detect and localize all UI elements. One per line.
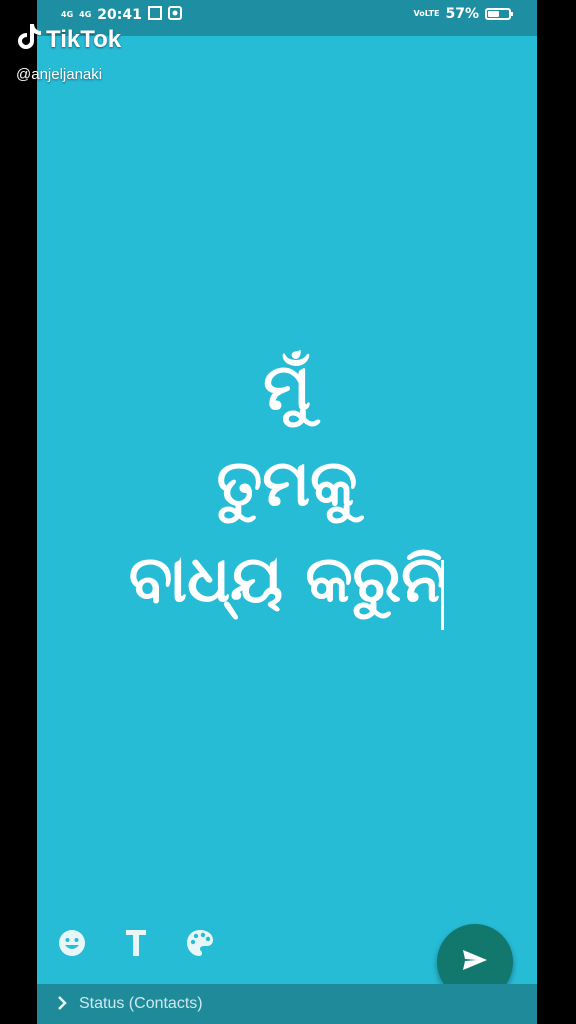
status-text-line-1: ମୁଁ <box>263 351 311 425</box>
tiktok-watermark: TikTok <box>16 22 121 57</box>
send-icon <box>461 948 489 976</box>
tiktok-handle: @anjeljanaki <box>16 66 103 83</box>
battery-icon <box>485 8 513 20</box>
emoji-icon[interactable] <box>57 928 87 958</box>
notification-icon <box>147 6 162 24</box>
status-audience-bar[interactable]: Status (Contacts) <box>37 984 537 1024</box>
chevron-right-icon <box>57 994 67 1015</box>
battery-percent: 57% <box>445 6 479 22</box>
tiktok-wordmark: TikTok <box>46 25 122 53</box>
status-composer-screen: 4G 4G 20:41 VoLTE 57% ମୁଁ ତୁମକୁ ବାଧ୍ୟ କର… <box>37 0 537 1024</box>
signal-indicator-1: 4G <box>61 10 74 19</box>
composer-tools <box>57 928 215 958</box>
signal-indicator-2: 4G <box>79 10 92 19</box>
text-style-icon[interactable] <box>121 928 151 958</box>
palette-icon[interactable] <box>185 928 215 958</box>
tiktok-note-icon <box>16 22 42 57</box>
status-text-line-3: ବାଧ୍ୟ କରୁନି <box>128 543 446 617</box>
network-type: VoLTE <box>413 9 440 18</box>
status-text-line-2: ତୁମକୁ <box>216 447 358 521</box>
clock: 20:41 <box>97 7 142 23</box>
status-bar-right: VoLTE 57% <box>413 6 513 22</box>
text-cursor <box>441 560 444 630</box>
status-text-editor[interactable]: ମୁଁ ତୁମକୁ ବାଧ୍ୟ କରୁନି <box>37 340 537 628</box>
battery-fill <box>488 11 500 17</box>
gallery-notification-icon <box>167 6 182 24</box>
status-audience-label: Status (Contacts) <box>79 995 203 1012</box>
